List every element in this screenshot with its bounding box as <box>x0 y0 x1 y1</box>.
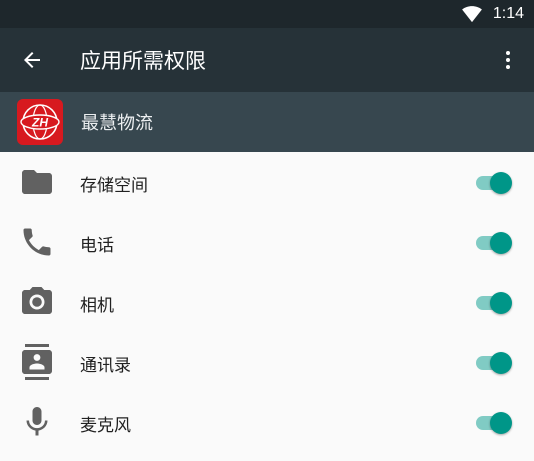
permission-label: 电话 <box>80 236 114 256</box>
switch-thumb <box>490 292 512 314</box>
app-header: ZH 最慧物流 <box>0 92 534 152</box>
microphone-permission-switch[interactable] <box>474 410 512 434</box>
status-bar: 1:14 <box>0 0 534 28</box>
switch-thumb <box>490 352 512 374</box>
folder-icon <box>18 164 56 200</box>
phone-icon <box>18 224 56 260</box>
app-logo-text: ZH <box>31 116 48 130</box>
camera-icon <box>18 284 56 320</box>
microphone-icon <box>18 404 56 440</box>
wifi-icon <box>461 6 482 23</box>
permission-label: 通讯录 <box>80 356 131 376</box>
switch-thumb <box>490 412 512 434</box>
permission-label: 存储空间 <box>80 176 148 196</box>
toolbar: 应用所需权限 <box>0 28 534 92</box>
storage-permission-switch[interactable] <box>474 170 512 194</box>
contacts-icon <box>18 344 56 380</box>
permission-list: 存储空间 电话 相机 通讯录 麦克风 <box>0 152 534 452</box>
contacts-permission-switch[interactable] <box>474 350 512 374</box>
phone-permission-switch[interactable] <box>474 230 512 254</box>
permission-row-microphone[interactable]: 麦克风 <box>0 392 534 452</box>
app-logo: ZH <box>17 99 63 145</box>
app-name: 最慧物流 <box>81 113 153 134</box>
switch-thumb <box>490 172 512 194</box>
permission-label: 麦克风 <box>80 416 131 436</box>
switch-thumb <box>490 232 512 254</box>
permission-row-storage[interactable]: 存储空间 <box>0 152 534 212</box>
arrow-back-icon <box>24 52 40 68</box>
status-time: 1:14 <box>492 5 524 22</box>
app-permissions-screen: 1:14 应用所需权限 ZH 最慧物流 存储空间 电话 相机 通讯录 麦克风 <box>0 0 534 461</box>
permission-row-phone[interactable]: 电话 <box>0 212 534 272</box>
permission-label: 相机 <box>80 296 114 316</box>
overflow-menu-button[interactable] <box>492 44 524 76</box>
globe-logo-icon: ZH <box>20 104 60 140</box>
back-button[interactable] <box>0 28 64 92</box>
permission-row-camera[interactable]: 相机 <box>0 272 534 332</box>
permission-row-contacts[interactable]: 通讯录 <box>0 332 534 392</box>
camera-permission-switch[interactable] <box>474 290 512 314</box>
more-vert-icon <box>506 51 510 69</box>
page-title: 应用所需权限 <box>80 49 206 73</box>
